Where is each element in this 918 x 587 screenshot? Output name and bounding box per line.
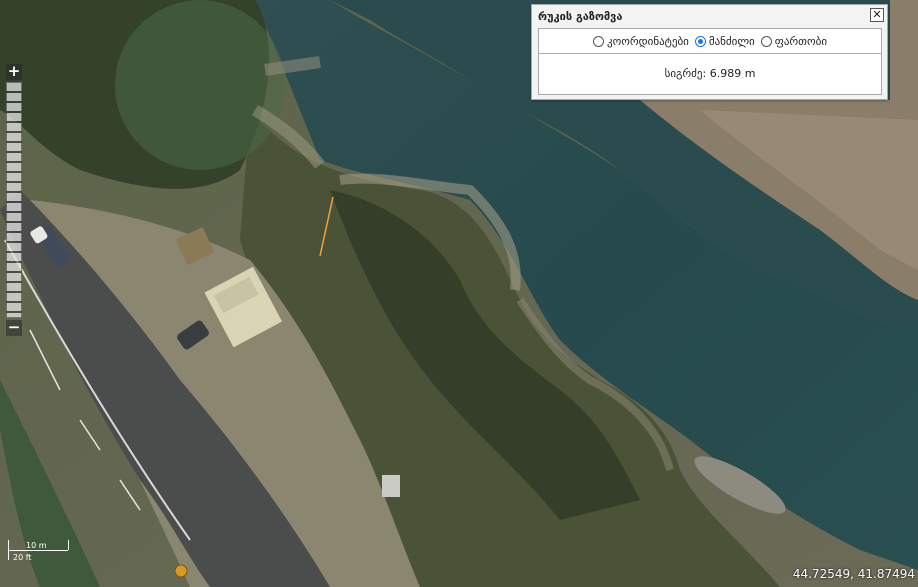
option-distance-label: მანძილი — [708, 34, 755, 48]
zoom-slider-track[interactable] — [6, 82, 22, 318]
zoom-out-button[interactable]: − — [6, 320, 22, 336]
close-icon[interactable]: ✕ — [870, 8, 884, 22]
radio-distance[interactable] — [694, 35, 706, 47]
option-coordinates-label: კოორდინატები — [606, 34, 689, 48]
measure-result: სიგრძე: 6.989 m — [538, 54, 882, 95]
measure-mode-options: კოორდინატები მანძილი ფართობი — [538, 28, 882, 54]
result-value: 6.989 m — [709, 67, 756, 80]
coordinates-readout: 44.72549, 41.87494 — [792, 567, 915, 581]
panel-title: რუკის გაზომვა — [538, 10, 623, 23]
option-area[interactable]: ფართობი — [760, 34, 828, 48]
scale-metric-label: 10 m — [26, 541, 47, 550]
radio-coordinates[interactable] — [592, 35, 604, 47]
option-area-label: ფართობი — [774, 34, 828, 48]
location-marker-icon[interactable] — [174, 564, 188, 578]
option-coordinates[interactable]: კოორდინატები — [592, 34, 689, 48]
scale-imperial-label: 20 ft — [13, 553, 32, 562]
scale-bar: 10 m 20 ft — [6, 537, 70, 567]
zoom-in-button[interactable]: + — [6, 64, 22, 80]
radio-area[interactable] — [760, 35, 772, 47]
measure-panel: რუკის გაზომვა ✕ კოორდინატები მანძილი ფარ… — [531, 4, 888, 100]
option-distance[interactable]: მანძილი — [694, 34, 755, 48]
zoom-bar: + − — [6, 64, 22, 336]
result-label: სიგრძე: — [664, 67, 707, 80]
